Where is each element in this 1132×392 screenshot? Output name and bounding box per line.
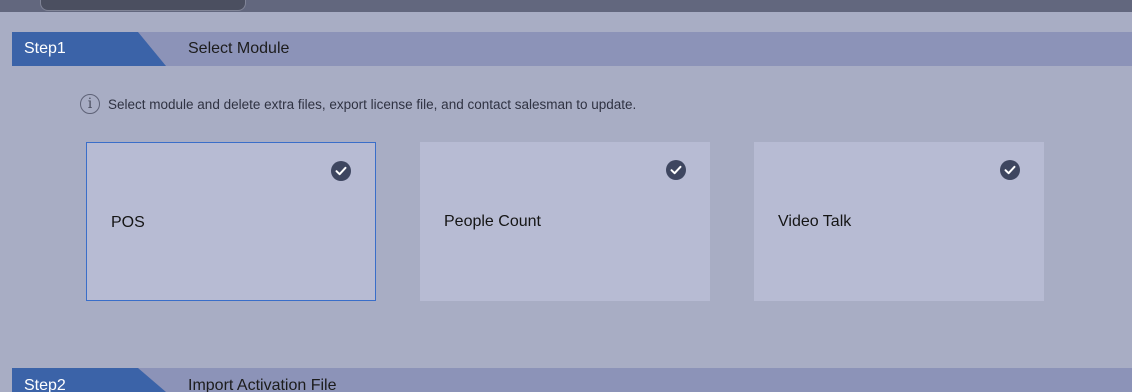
top-toolbar-strip — [0, 0, 1132, 12]
module-card-pos[interactable]: POS — [86, 142, 376, 301]
info-row: i Select module and delete extra files, … — [80, 92, 636, 116]
module-card-video-talk[interactable]: Video Talk — [754, 142, 1044, 301]
check-circle-icon[interactable] — [331, 161, 351, 181]
step1-tab-label: Step1 — [24, 40, 66, 57]
check-circle-icon[interactable] — [666, 160, 686, 180]
info-text: Select module and delete extra files, ex… — [108, 96, 637, 112]
step2-header: Step2 Import Activation File — [12, 368, 1132, 392]
module-name: POS — [111, 214, 145, 231]
select-module-panel: i Select module and delete extra files, … — [12, 66, 1132, 368]
step2-tab-label: Step2 — [24, 377, 66, 392]
module-name: Video Talk — [778, 213, 852, 230]
info-icon: i — [80, 94, 100, 114]
step2-title: Import Activation File — [188, 377, 337, 392]
step1-title: Select Module — [188, 40, 290, 57]
check-circle-icon[interactable] — [1000, 160, 1020, 180]
license-window: Step1 Select Module i Select module and … — [0, 0, 1132, 392]
step1-header: Step1 Select Module — [12, 32, 1132, 66]
top-tab-edge — [40, 0, 246, 11]
module-card-people-count[interactable]: People Count — [420, 142, 710, 301]
module-name: People Count — [444, 213, 541, 230]
